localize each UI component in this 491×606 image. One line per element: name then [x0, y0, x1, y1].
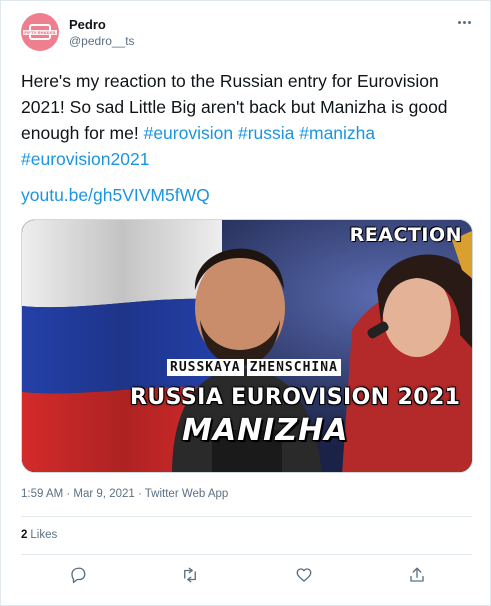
hashtag-russia[interactable]: #russia — [238, 123, 294, 143]
song-title: RUSSKAYA ZHENSCHINA — [167, 359, 341, 376]
hashtag-eurovision[interactable]: #eurovision — [144, 123, 234, 143]
avatar-text: FIFTY SHADES — [24, 30, 56, 35]
likes-count[interactable]: 2 Likes — [21, 529, 57, 541]
likes-label: Likes — [30, 529, 58, 541]
tweet-card: FIFTY SHADES Pedro @pedro__ts Here's my … — [0, 0, 491, 606]
author-name[interactable]: Pedro — [69, 17, 106, 32]
tweet-body: Here's my reaction to the Russian entry … — [21, 71, 448, 143]
hashtag-eurovision2021[interactable]: #eurovision2021 — [21, 149, 149, 169]
likes-number: 2 — [21, 529, 28, 541]
thumbnail-artist: MANIZHA — [182, 413, 349, 448]
thumbnail-headline: RUSSIA EUROVISION 2021 — [130, 385, 461, 410]
reaction-label: REACTION — [349, 224, 462, 246]
divider — [21, 554, 472, 555]
tweet-text: Here's my reaction to the Russian entry … — [21, 68, 477, 172]
tweet-timestamp[interactable]: 1:59 AM · Mar 9, 2021 · Twitter Web App — [21, 488, 228, 500]
video-thumbnail[interactable]: REACTION RUSSKAYA ZHENSCHINA RUSSIA EURO… — [21, 219, 473, 473]
share-icon[interactable] — [408, 566, 426, 584]
like-icon[interactable] — [295, 566, 313, 584]
more-options-icon[interactable] — [458, 15, 472, 29]
retweet-icon[interactable] — [181, 566, 199, 584]
song-word-1: RUSSKAYA — [167, 359, 244, 376]
reply-icon[interactable] — [69, 566, 87, 584]
avatar[interactable]: FIFTY SHADES — [21, 13, 59, 51]
song-word-2: ZHENSCHINA — [246, 359, 341, 376]
video-link[interactable]: youtu.be/gh5VIVM5fWQ — [21, 185, 210, 206]
divider — [21, 516, 472, 517]
hashtag-manizha[interactable]: #manizha — [299, 123, 375, 143]
author-handle[interactable]: @pedro__ts — [69, 34, 135, 48]
